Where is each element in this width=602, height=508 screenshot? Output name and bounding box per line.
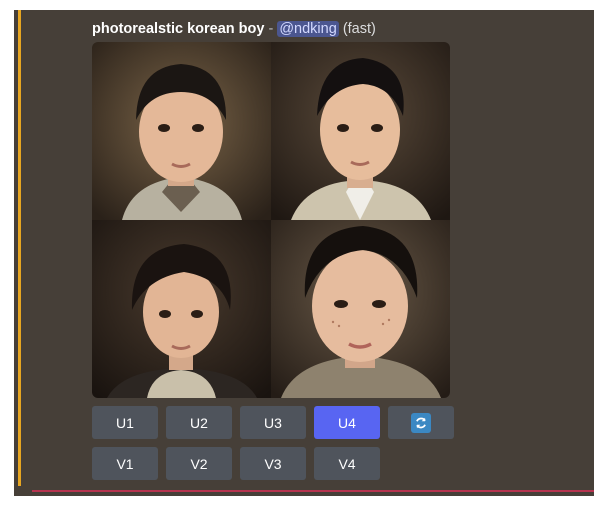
upscale-buttons: U1 U2 U3 U4 — [92, 406, 454, 439]
message-header: photorealstic korean boy - @ndking (fast… — [92, 20, 594, 38]
user-mention[interactable]: @ndking — [277, 21, 339, 37]
v2-button[interactable]: V2 — [166, 447, 232, 480]
image-4[interactable] — [271, 220, 450, 398]
u2-button[interactable]: U2 — [166, 406, 232, 439]
v1-button[interactable]: V1 — [92, 447, 158, 480]
image-grid[interactable] — [92, 42, 450, 398]
image-1[interactable] — [92, 42, 271, 220]
reroll-button[interactable] — [388, 406, 454, 439]
u1-button[interactable]: U1 — [92, 406, 158, 439]
prompt-text: photorealstic korean boy — [92, 21, 265, 37]
title-line: photorealstic korean boy - @ndking (fast… — [92, 20, 594, 38]
accent-bar — [18, 10, 21, 486]
u4-button[interactable]: U4 — [314, 406, 380, 439]
message-frame: photorealstic korean boy - @ndking (fast… — [14, 10, 594, 496]
variation-buttons: V1 V2 V3 V4 — [92, 447, 380, 480]
image-2[interactable] — [271, 42, 450, 220]
u3-button[interactable]: U3 — [240, 406, 306, 439]
image-3[interactable] — [92, 220, 271, 398]
v4-button[interactable]: V4 — [314, 447, 380, 480]
divider-line — [32, 490, 594, 492]
mode-label: (fast) — [342, 21, 376, 37]
refresh-icon — [411, 412, 431, 433]
v3-button[interactable]: V3 — [240, 447, 306, 480]
separator: - — [264, 21, 278, 37]
